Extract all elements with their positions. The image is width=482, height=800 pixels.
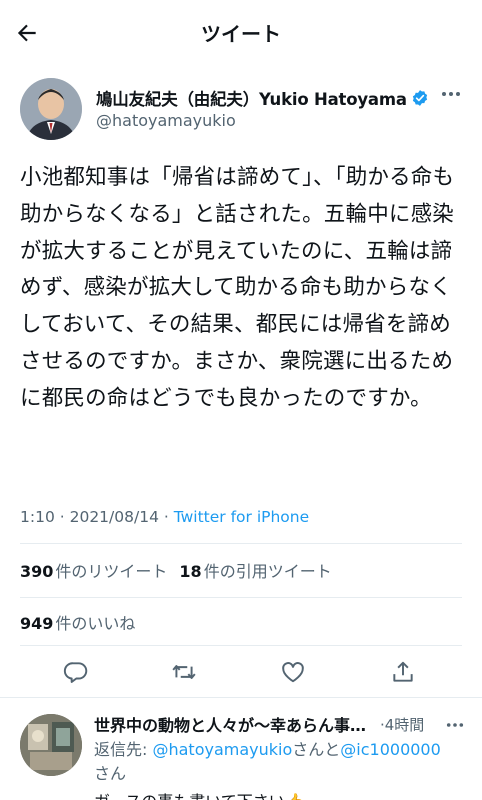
replying-to: 返信先: @hatoyamayukioさんと@ic1000000 さん bbox=[94, 738, 466, 786]
reply-button[interactable] bbox=[60, 656, 92, 688]
page-title: ツイート bbox=[201, 22, 281, 46]
quotes-label: 件の引用ツイート bbox=[203, 562, 332, 581]
more-dots-icon bbox=[442, 92, 460, 96]
tweet-actions bbox=[0, 652, 482, 692]
meta-separator: · bbox=[54, 508, 70, 526]
tweet-author: 鳩山友紀夫（由紀夫）Yukio Hatoyama @hatoyamayukio bbox=[20, 78, 466, 140]
replying-suffix: さん bbox=[94, 764, 127, 783]
verified-badge-icon bbox=[412, 90, 427, 106]
quotes-link[interactable]: 18 件の引用ツイート bbox=[179, 562, 331, 581]
tweet-meta: 1:10 · 2021/08/14 · Twitter for iPhone bbox=[20, 508, 309, 526]
divider bbox=[20, 645, 462, 646]
tweet-time: 1:10 bbox=[20, 508, 55, 526]
reply-time: ·4時間 bbox=[380, 715, 425, 734]
share-icon bbox=[393, 661, 413, 682]
likes-count: 949 bbox=[20, 614, 54, 633]
mention-link[interactable]: @ic1000000 bbox=[340, 740, 441, 759]
reply-tweet[interactable]: 世界中の動物と人々が〜幸あらん事を・・・ ·4時間 返信先: @hatoyama… bbox=[0, 708, 482, 800]
replying-middle: さんと bbox=[292, 740, 341, 759]
tweet-source-link[interactable]: Twitter for iPhone bbox=[174, 508, 309, 526]
retweet-button[interactable] bbox=[168, 656, 200, 688]
more-options-button[interactable] bbox=[436, 84, 466, 104]
top-bar: ツイート bbox=[0, 0, 482, 66]
likes-stats[interactable]: 949 件のいいね bbox=[20, 610, 135, 634]
tweet-date: 2021/08/14 bbox=[69, 508, 159, 526]
mention-link[interactable]: @hatoyamayukio bbox=[152, 740, 292, 759]
reply-author-name[interactable]: 世界中の動物と人々が〜幸あらん事を・・・ bbox=[94, 712, 376, 736]
quotes-count: 18 bbox=[179, 562, 202, 581]
divider bbox=[0, 697, 482, 698]
tweet-text: 小池都知事は「帰省は諦めて」、「助かる命も助からなくなる」と話された。五輪中に感… bbox=[20, 165, 455, 411]
retweet-stats: 390 件のリツイート 18 件の引用ツイート bbox=[20, 558, 332, 582]
author-avatar[interactable] bbox=[20, 78, 82, 140]
reply-text: ガースの事も書いて下さい👍 bbox=[94, 788, 305, 800]
retweets-count: 390 bbox=[20, 562, 54, 581]
replying-prefix: 返信先: bbox=[94, 740, 153, 759]
retweets-link[interactable]: 390 件のリツイート bbox=[20, 562, 167, 581]
divider bbox=[20, 597, 462, 598]
retweets-label: 件のリツイート bbox=[55, 562, 168, 581]
heart-icon bbox=[282, 662, 304, 683]
author-name[interactable]: 鳩山友紀夫（由紀夫）Yukio Hatoyama bbox=[96, 86, 407, 110]
like-button[interactable] bbox=[277, 656, 309, 688]
reply-icon bbox=[63, 662, 88, 683]
reply-more-button[interactable] bbox=[442, 716, 468, 734]
likes-label: 件のいいね bbox=[55, 614, 136, 633]
reply-avatar[interactable] bbox=[20, 714, 82, 776]
more-dots-icon bbox=[446, 723, 464, 727]
meta-separator: · bbox=[158, 508, 174, 526]
share-button[interactable] bbox=[387, 656, 419, 688]
retweet-icon bbox=[172, 665, 196, 679]
divider bbox=[20, 543, 462, 544]
author-handle: @hatoyamayukio bbox=[96, 111, 236, 130]
